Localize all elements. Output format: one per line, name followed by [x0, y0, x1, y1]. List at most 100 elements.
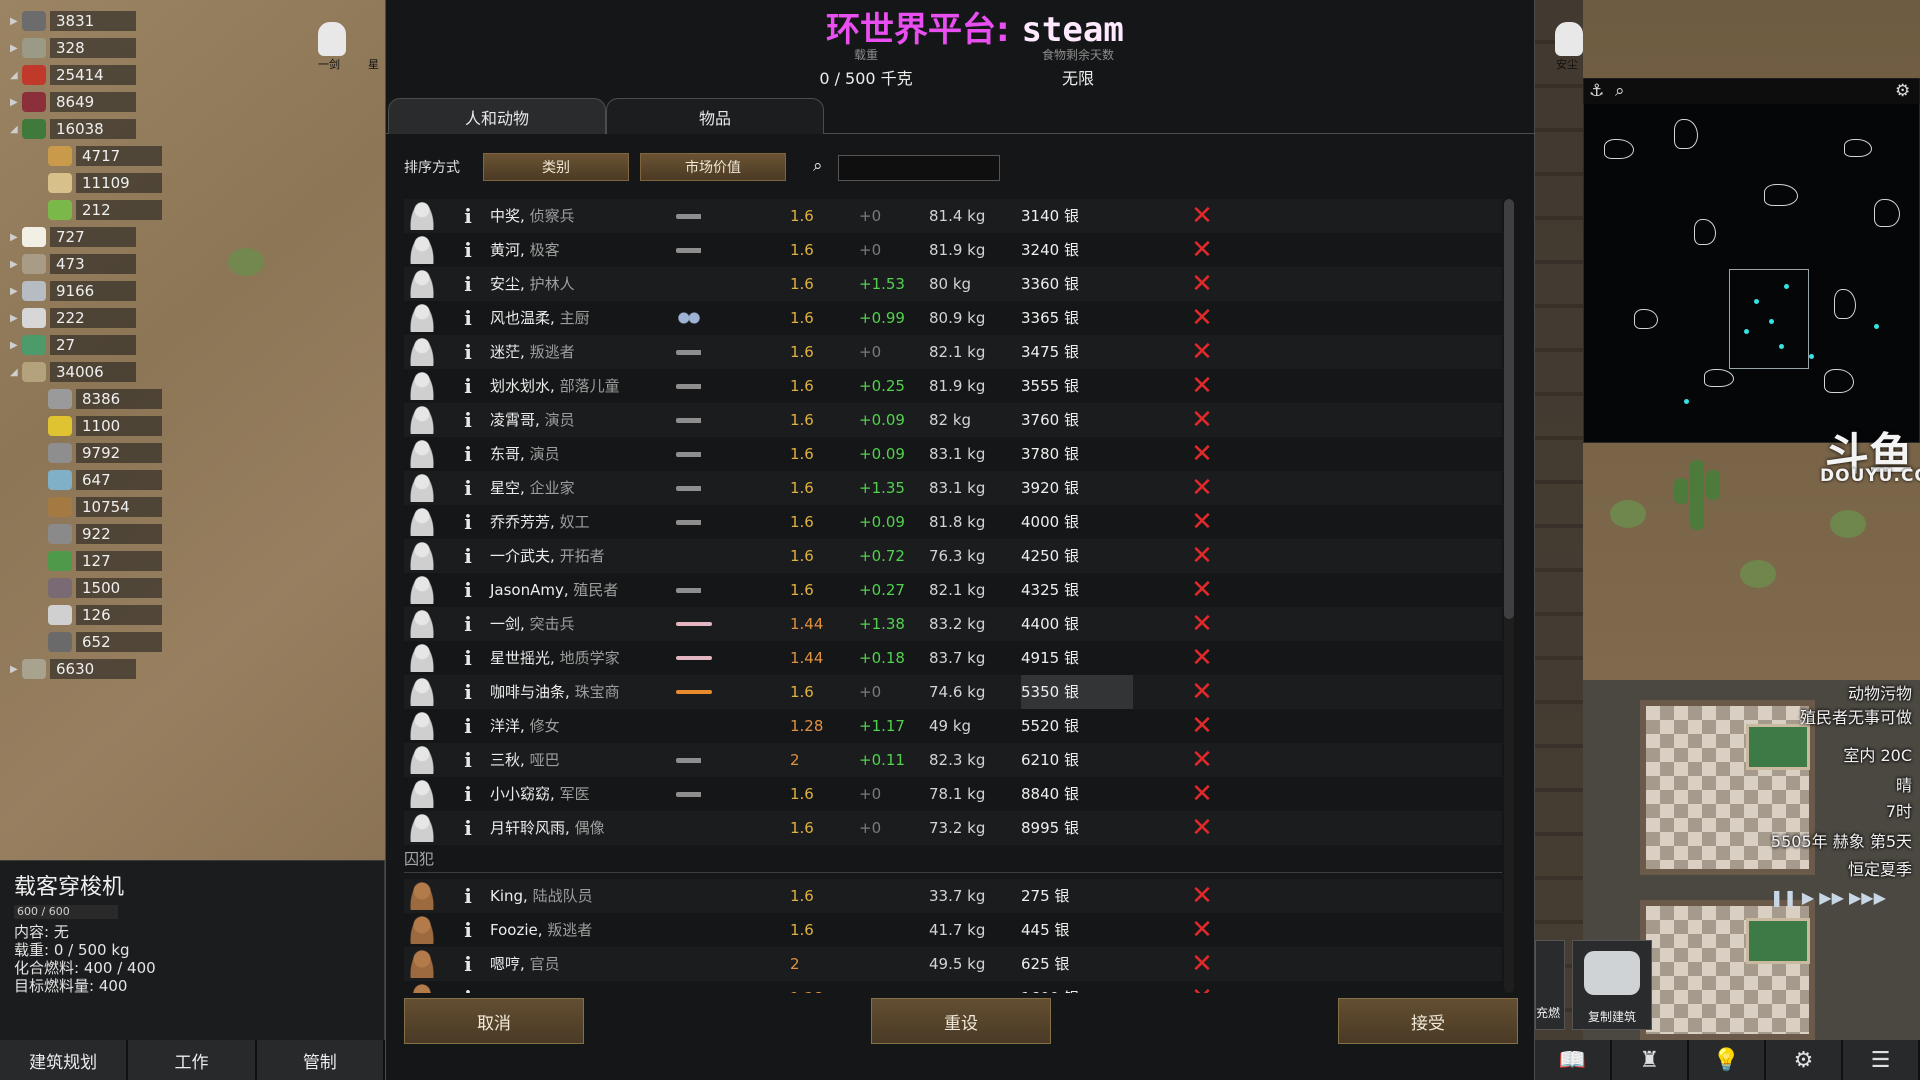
- remove-icon[interactable]: ✕: [1190, 607, 1214, 641]
- weapon-icon[interactable]: [676, 384, 712, 389]
- expand-arrow-icon[interactable]: ◢: [10, 124, 22, 135]
- info-icon[interactable]: i: [458, 709, 478, 743]
- resource-row[interactable]: ▶ 328: [10, 37, 136, 59]
- tab-items[interactable]: 物品: [606, 98, 824, 134]
- info-icon[interactable]: i: [458, 335, 478, 369]
- pawn-row[interactable]: i 划水划水, 部落儿童 1.6 +0.25 81.9 kg 3555 银 ✕: [404, 369, 1502, 403]
- resource-row[interactable]: ▶ 27: [10, 334, 136, 356]
- resource-row[interactable]: 922: [36, 523, 162, 545]
- remove-icon[interactable]: ✕: [1190, 981, 1214, 993]
- copy-build-button[interactable]: 复制建筑: [1572, 940, 1652, 1030]
- info-icon[interactable]: i: [458, 539, 478, 573]
- pawn-row[interactable]: i JasonAmy, 殖民者 1.6 +0.27 82.1 kg 4325 银 ✕: [404, 573, 1502, 607]
- info-icon[interactable]: i: [458, 471, 478, 505]
- remove-icon[interactable]: ✕: [1190, 301, 1214, 335]
- remove-icon[interactable]: ✕: [1190, 471, 1214, 505]
- expand-arrow-icon[interactable]: ▶: [10, 97, 22, 108]
- info-icon[interactable]: i: [458, 743, 478, 777]
- resource-row[interactable]: 4717: [36, 145, 162, 167]
- remove-icon[interactable]: ✕: [1190, 437, 1214, 471]
- resource-row[interactable]: ◢ 34006: [10, 361, 136, 383]
- tab-architect[interactable]: 建筑规划: [0, 1040, 129, 1080]
- pawn-row[interactable]: i 一介武夫, 开拓者 1.6 +0.72 76.3 kg 4250 银 ✕: [404, 539, 1502, 573]
- remove-icon[interactable]: ✕: [1190, 743, 1214, 777]
- remove-icon[interactable]: ✕: [1190, 539, 1214, 573]
- book-icon[interactable]: 📖: [1535, 1040, 1612, 1080]
- remove-icon[interactable]: ✕: [1190, 369, 1214, 403]
- info-icon[interactable]: i: [458, 879, 478, 913]
- sort-market-value-button[interactable]: 市场价值: [640, 153, 786, 181]
- remove-icon[interactable]: ✕: [1190, 573, 1214, 607]
- pawn-row[interactable]: i 三秋, 哑巴 2 +0.11 82.3 kg 6210 银 ✕: [404, 743, 1502, 777]
- weapon-icon[interactable]: [676, 690, 712, 694]
- pawn-sprite[interactable]: [1555, 22, 1583, 56]
- speed-controls[interactable]: ❚❚ ▶ ▶▶ ▶▶▶: [1770, 888, 1886, 907]
- cancel-button[interactable]: 取消: [404, 998, 584, 1044]
- pawn-row[interactable]: i 凌霄哥, 演员 1.6 +0.09 82 kg 3760 银 ✕: [404, 403, 1502, 437]
- reset-button[interactable]: 重设: [871, 998, 1051, 1044]
- remove-icon[interactable]: ✕: [1190, 777, 1214, 811]
- resource-row[interactable]: 10754: [36, 496, 162, 518]
- info-icon[interactable]: i: [458, 675, 478, 709]
- info-icon[interactable]: i: [458, 437, 478, 471]
- resource-row[interactable]: 126: [36, 604, 162, 626]
- factions-icon[interactable]: ♜: [1612, 1040, 1689, 1080]
- remove-icon[interactable]: ✕: [1190, 199, 1214, 233]
- research-icon[interactable]: 💡: [1689, 1040, 1766, 1080]
- remove-icon[interactable]: ✕: [1190, 811, 1214, 845]
- list-scrollbar[interactable]: [1504, 199, 1514, 993]
- expand-arrow-icon[interactable]: ▶: [10, 286, 22, 297]
- resource-row[interactable]: ▶ 727: [10, 226, 136, 248]
- prisoner-row[interactable]: i 1.28 1600 银 ✕: [404, 981, 1502, 993]
- info-icon[interactable]: i: [458, 233, 478, 267]
- world-icon[interactable]: ⚙: [1766, 1040, 1843, 1080]
- pawn-row[interactable]: i 安尘, 护林人 1.6 +1.53 80 kg 3360 银 ✕: [404, 267, 1502, 301]
- tab-pawns[interactable]: 人和动物: [388, 98, 606, 134]
- expand-arrow-icon[interactable]: ▶: [10, 16, 22, 27]
- remove-icon[interactable]: ✕: [1190, 233, 1214, 267]
- accept-button[interactable]: 接受: [1338, 998, 1518, 1044]
- weapon-icon[interactable]: [676, 656, 712, 660]
- prisoner-row[interactable]: i King, 陆战队员 1.6 33.7 kg 275 银 ✕: [404, 879, 1502, 913]
- pawn-row[interactable]: i 中奖, 侦察兵 1.6 +0 81.4 kg 3140 银 ✕: [404, 199, 1502, 233]
- weapon-icon[interactable]: [676, 214, 712, 219]
- weapon-icon[interactable]: [676, 588, 712, 593]
- info-icon[interactable]: i: [458, 913, 478, 947]
- resource-row[interactable]: ▶ 8649: [10, 91, 136, 113]
- weapon-icon[interactable]: [676, 622, 712, 626]
- alert-animal-filth[interactable]: 动物污物: [1848, 680, 1912, 704]
- search-icon[interactable]: ⌕: [1615, 81, 1625, 101]
- resource-row[interactable]: 647: [36, 469, 162, 491]
- anchor-icon[interactable]: ⚓: [1589, 81, 1604, 101]
- alert-idle-colonist[interactable]: 殖民者无事可做: [1800, 704, 1912, 728]
- remove-icon[interactable]: ✕: [1190, 913, 1214, 947]
- resource-row[interactable]: 9792: [36, 442, 162, 464]
- info-icon[interactable]: i: [458, 199, 478, 233]
- resource-row[interactable]: ◢ 16038: [10, 118, 136, 140]
- remove-icon[interactable]: ✕: [1190, 709, 1214, 743]
- weapon-icon[interactable]: [676, 350, 712, 355]
- resource-row[interactable]: 1500: [36, 577, 162, 599]
- info-icon[interactable]: i: [458, 369, 478, 403]
- info-icon[interactable]: i: [458, 641, 478, 675]
- info-icon[interactable]: i: [458, 947, 478, 981]
- tab-restrict[interactable]: 管制: [257, 1040, 385, 1080]
- resource-row[interactable]: ▶ 6630: [10, 658, 136, 680]
- info-icon[interactable]: i: [458, 267, 478, 301]
- resource-row[interactable]: ◢ 25414: [10, 64, 136, 86]
- info-icon[interactable]: i: [458, 607, 478, 641]
- pawn-row[interactable]: i 乔乔芳芳, 奴工 1.6 +0.09 81.8 kg 4000 银 ✕: [404, 505, 1502, 539]
- pawn-row[interactable]: i 星世摇光, 地质学家 1.44 +0.18 83.7 kg 4915 银 ✕: [404, 641, 1502, 675]
- expand-arrow-icon[interactable]: ▶: [10, 664, 22, 675]
- pawn-row[interactable]: i 东哥, 演员 1.6 +0.09 83.1 kg 3780 银 ✕: [404, 437, 1502, 471]
- weapon-icon[interactable]: [676, 418, 712, 423]
- remove-icon[interactable]: ✕: [1190, 335, 1214, 369]
- weapon-icon[interactable]: [676, 248, 712, 253]
- pawn-row[interactable]: i 月轩聆风雨, 偶像 1.6 +0 73.2 kg 8995 银 ✕: [404, 811, 1502, 845]
- weapon-icon[interactable]: [676, 452, 712, 457]
- info-icon[interactable]: i: [458, 811, 478, 845]
- weapon-icon[interactable]: [676, 758, 712, 763]
- sort-category-button[interactable]: 类别: [483, 153, 629, 181]
- resource-row[interactable]: 212: [36, 199, 162, 221]
- resource-row[interactable]: 652: [36, 631, 162, 653]
